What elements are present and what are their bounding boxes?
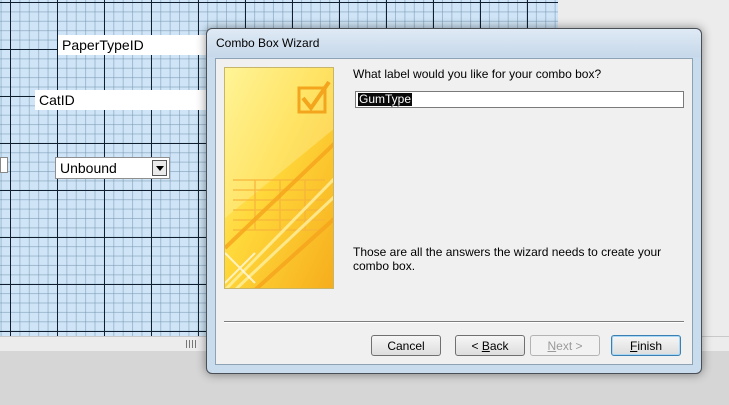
dialog-title: Combo Box Wizard <box>216 36 320 50</box>
finish-button[interactable]: Finish <box>611 335 681 356</box>
combo-label-selected-text: GumType <box>358 92 413 106</box>
chevron-down-icon[interactable] <box>152 160 167 176</box>
back-button-prefix: < <box>471 339 482 353</box>
label-question: What label would you like for your combo… <box>353 67 602 81</box>
finish-button-rest: inish <box>637 339 663 353</box>
wizard-illustration <box>224 67 334 289</box>
cat-id-textbox[interactable]: CatID <box>35 90 210 110</box>
next-button-rest: ext > <box>556 339 583 353</box>
dialog-separator <box>224 321 684 323</box>
cat-id-label: CatID <box>39 92 75 108</box>
cancel-button-label: Cancel <box>387 339 425 353</box>
dialog-body: What label would you like for your combo… <box>215 58 693 365</box>
scrollbar-grip-icon[interactable] <box>186 340 196 348</box>
wizard-info-text: Those are all the answers the wizard nee… <box>353 245 662 273</box>
cancel-button[interactable]: Cancel <box>371 335 441 356</box>
partial-control[interactable] <box>0 157 8 173</box>
next-button[interactable]: Next > <box>530 335 600 356</box>
combo-box-wizard-dialog: Combo Box Wizard What label would you li… <box>206 28 702 374</box>
back-button[interactable]: < Back <box>455 335 525 356</box>
unbound-combo-text: Unbound <box>60 160 117 176</box>
back-button-mnemonic: B <box>481 339 490 353</box>
wizard-art-icon <box>225 68 333 288</box>
unbound-combo-box[interactable]: Unbound <box>55 157 170 179</box>
paper-type-id-label: PaperTypeID <box>62 37 144 53</box>
next-button-mnemonic: N <box>547 339 557 353</box>
paper-type-id-textbox[interactable]: PaperTypeID <box>58 35 208 55</box>
back-button-rest: ack <box>489 339 509 353</box>
dialog-titlebar[interactable]: Combo Box Wizard <box>207 29 701 57</box>
